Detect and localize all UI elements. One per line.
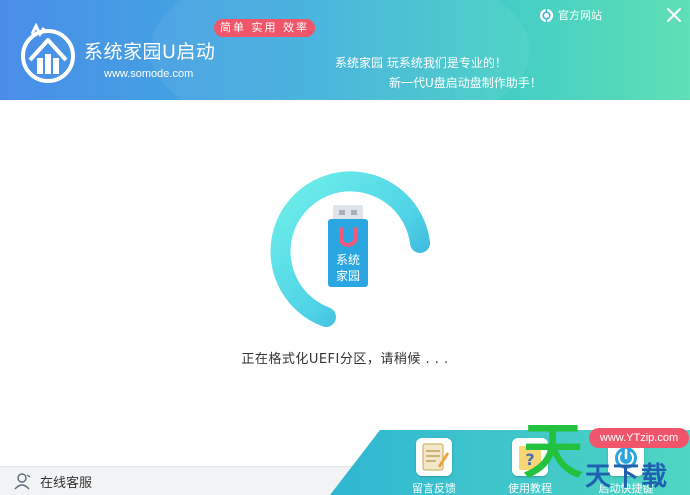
globe-icon (539, 8, 554, 22)
brand-url: www.somode.com (104, 68, 194, 80)
status-text: 正在格式化UEFI分区，请稍候 . . . (241, 352, 449, 367)
person-icon (14, 473, 31, 490)
progress-ring: 系统 家园 (270, 171, 430, 327)
online-support-button[interactable]: 在线客服 (14, 472, 93, 491)
title-bar: 系统家园U启动 www.somode.com 简单 实用 效率 系统家园 玩系统… (0, 0, 690, 100)
feedback-button[interactable]: 留言反馈 (402, 438, 466, 495)
online-support-label: 在线客服 (40, 475, 93, 491)
usb-label-1: 系统 (336, 253, 360, 267)
watermark: 天 www.YTzip.com 天下载 (505, 420, 690, 495)
brand-title: 系统家园U启动 (84, 41, 216, 63)
tagline-2: 新一代U盘启动盘制作助手！ (389, 76, 542, 90)
usb-drive-icon: 系统 家园 (328, 205, 368, 287)
close-icon[interactable] (663, 4, 685, 26)
slogan-badge: 简单 实用 效率 (214, 19, 315, 37)
house-logo-icon (21, 22, 75, 83)
usb-label-2: 家园 (336, 268, 360, 283)
watermark-big-char: 天 (523, 417, 583, 487)
tagline-1: 系统家园 玩系统我们是专业的！ (335, 56, 507, 70)
official-site-label: 官方网站 (558, 9, 602, 22)
feedback-label: 留言反馈 (412, 482, 456, 495)
official-site-link[interactable]: 官方网站 (539, 7, 602, 23)
watermark-site: www.YTzip.com (589, 428, 689, 448)
watermark-chars: 天下载 (585, 462, 670, 492)
feedback-icon (416, 438, 452, 476)
